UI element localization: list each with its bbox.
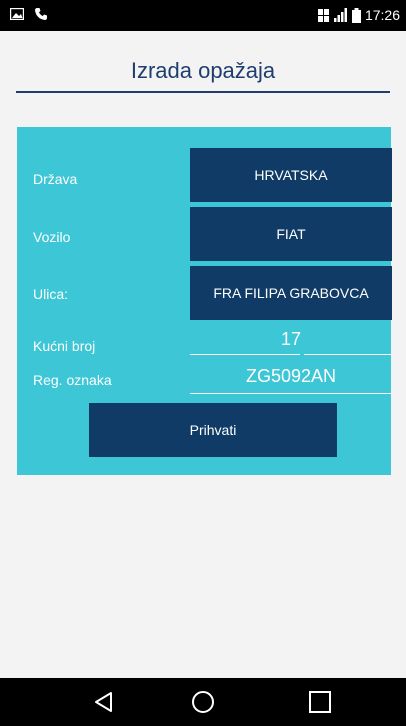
vehicle-button[interactable]: FIAT <box>190 207 392 261</box>
navigation-bar <box>0 678 406 726</box>
status-right: 17:26 <box>317 7 400 23</box>
plate-value: ZG5092AN <box>245 366 337 386</box>
field-caret <box>300 352 304 356</box>
house-number-value: 17 <box>280 329 302 349</box>
battery-icon <box>351 7 361 23</box>
plate-field[interactable]: ZG5092AN <box>190 361 392 394</box>
observation-form: Država HRVATSKA Vozilo FIAT Ulica: FRA F… <box>17 127 392 475</box>
country-button[interactable]: HRVATSKA <box>190 148 392 202</box>
vehicle-label: Vozilo <box>33 229 71 245</box>
street-button[interactable]: FRA FILIPA GRABOVCA <box>190 266 392 320</box>
status-left <box>10 7 48 21</box>
home-icon[interactable] <box>191 690 215 714</box>
phone-icon <box>35 8 47 20</box>
status-time: 17:26 <box>364 7 400 23</box>
header-divider <box>16 91 390 93</box>
country-label: Država <box>33 171 78 187</box>
street-label: Ulica: <box>33 286 69 302</box>
page-title: Izrada opažaja <box>130 58 276 83</box>
signal-icon <box>333 8 347 22</box>
app-header: Izrada opažaja <box>0 31 406 93</box>
house-number-field[interactable]: 17 <box>190 323 392 356</box>
house-number-label: Kućni broj <box>33 338 96 354</box>
recent-apps-icon[interactable] <box>308 690 332 714</box>
plate-label: Reg. oznaka <box>33 372 112 388</box>
sim-icon <box>317 8 329 22</box>
accept-button[interactable]: Prihvati <box>89 403 337 457</box>
back-icon[interactable] <box>92 690 116 714</box>
gallery-icon <box>10 8 24 20</box>
status-bar: 17:26 <box>0 0 406 31</box>
